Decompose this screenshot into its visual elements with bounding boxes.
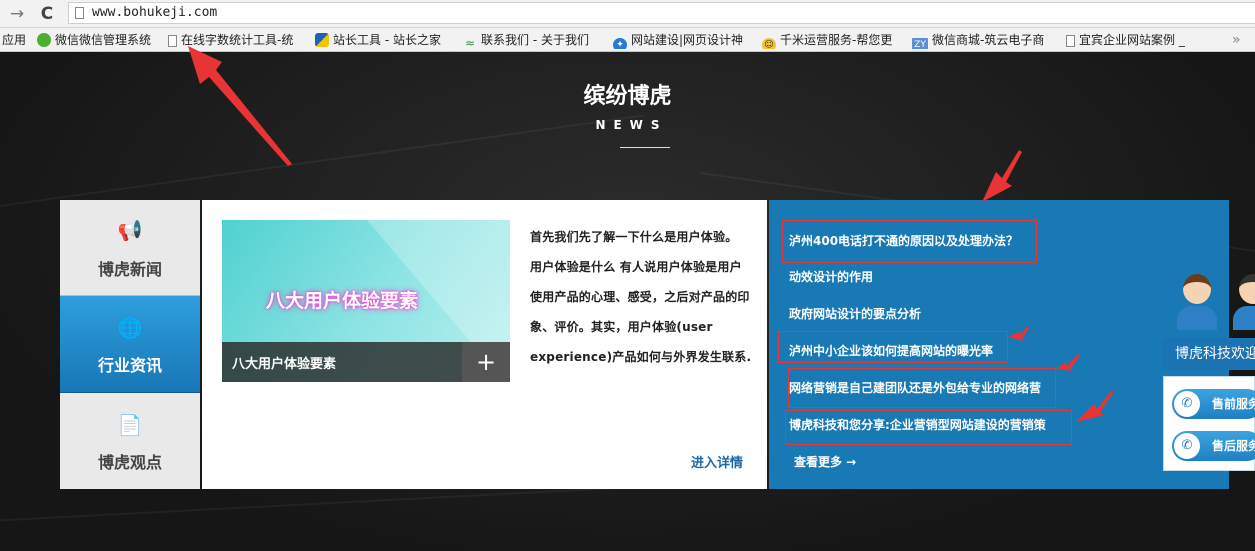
button-label: 售前服务 [1212, 397, 1255, 411]
excerpt-line: 首先我们先了解一下什么是用户体验。 [530, 230, 738, 244]
document-icon: 📄 [117, 413, 143, 437]
emoji-icon: ☺ [762, 38, 776, 49]
page-icon [75, 7, 84, 19]
bookmark-webdesign[interactable]: ✦ 网站建设|网页设计神 [613, 31, 751, 49]
annotation-box [785, 410, 1072, 445]
view-more-link[interactable]: 查看更多 → [794, 453, 856, 470]
article-caption[interactable]: 八大用户体验要素 [232, 353, 336, 372]
agent-avatar [1233, 270, 1255, 330]
section-subtitle: NEWS [595, 118, 668, 132]
page-icon [1066, 35, 1075, 47]
list-item[interactable]: 动效设计的作用 [789, 268, 873, 285]
customer-service-widget: 博虎科技欢迎 ✆ 售前服务 ✆ 售后服务 [1163, 270, 1255, 525]
bookmarks-overflow-icon[interactable]: » [1232, 31, 1252, 49]
chat-icon: ✆ [1174, 391, 1200, 417]
bookmark-label: 网站建设|网页设计神 [631, 33, 744, 47]
bookmark-mall[interactable]: ZY 微信商城-筑云电子商 [912, 31, 1054, 49]
bookmark-apps[interactable]: 应用 [2, 31, 32, 49]
address-bar[interactable]: www.bohukeji.com [68, 2, 1255, 24]
chinaz-icon [315, 33, 329, 47]
button-label: 售后服务 [1212, 439, 1255, 453]
tab-label: 行业资讯 [97, 356, 162, 375]
featured-article: 八大用户体验要素 八大用户体验要素 + 首先我们先了解一下什么是用户体验。 用户… [202, 200, 767, 489]
excerpt-line: experience)产品如何与外界发生联系... [530, 350, 752, 364]
wechat-icon [37, 33, 51, 47]
title-divider [620, 147, 670, 148]
bookmark-label: 站长工具 - 站长之家 [333, 33, 441, 47]
bookmark-contact[interactable]: ≈ 联系我们 - 关于我们 [463, 31, 599, 49]
bookmark-cases[interactable]: 宜宾企业网站案例 _ [1066, 31, 1216, 49]
service-buttons: ✆ 售前服务 ✆ 售后服务 [1163, 376, 1255, 471]
bookmark-label: 宜宾企业网站案例 _ [1079, 33, 1185, 47]
star-icon: ✦ [613, 38, 627, 49]
annotation-box [788, 368, 1056, 408]
news-list: 泸州400电话打不通的原因以及处理办法？ 动效设计的作用 政府网站设计的要点分析… [769, 200, 1229, 489]
tab-label: 博虎观点 [97, 453, 162, 472]
tab-bohu-news[interactable]: 📢 博虎新闻 [60, 200, 200, 296]
bookmarks-bar: 应用 微信微信管理系统 在线字数统计工具-统 站长工具 - 站长之家 ≈ 联系我们… [0, 28, 1255, 52]
zy-icon: ZY [912, 38, 928, 49]
tab-industry-news[interactable]: 🌐 行业资讯 [60, 296, 200, 393]
browser-toolbar: → C www.bohukeji.com [0, 0, 1255, 28]
agent-avatar [1177, 270, 1217, 330]
read-more-link[interactable]: 进入详情 [691, 452, 743, 471]
caption-bar: 八大用户体验要素 [222, 342, 462, 382]
thumbnail-text: 八大用户体验要素 [265, 290, 418, 312]
list-item[interactable]: 政府网站设计的要点分析 [789, 305, 921, 322]
page-icon [168, 35, 177, 47]
aftersales-button[interactable]: ✆ 售后服务 [1172, 431, 1255, 461]
megaphone-icon: 📢 [117, 218, 143, 242]
bookmark-chinaz[interactable]: 站长工具 - 站长之家 [315, 31, 453, 49]
annotation-box [778, 331, 1008, 363]
excerpt-line: 使用产品的心理、感受，之后对产品的印 [530, 290, 750, 304]
bookmark-wordcount[interactable]: 在线字数统计工具-统 [168, 31, 304, 49]
globe-icon: 🌐 [117, 316, 143, 340]
bookmark-wechat[interactable]: 微信微信管理系统 [37, 31, 159, 49]
excerpt-line: 用户体验是什么 有人说用户体验是用户 [530, 260, 742, 274]
bookmark-label: 千米运营服务-帮您更 [780, 33, 893, 47]
url-text[interactable]: www.bohukeji.com [92, 5, 217, 20]
bookmark-label: 在线字数统计工具-统 [181, 33, 294, 47]
arrow-left-icon[interactable]: → [6, 3, 28, 25]
plus-icon[interactable]: + [462, 342, 510, 382]
welcome-banner: 博虎科技欢迎 [1163, 338, 1255, 370]
bookmark-label: 应用 [2, 33, 27, 47]
bookmark-label: 微信微信管理系统 [55, 33, 152, 47]
bookmark-label: 微信商城-筑云电子商 [932, 33, 1045, 47]
excerpt-line: 象、评价。其实，用户体验(user [530, 320, 713, 334]
chat-icon: ✆ [1174, 433, 1200, 459]
reload-icon[interactable]: C [36, 3, 58, 25]
news-section: 缤纷博虎 NEWS 📢 博虎新闻 🌐 行业资讯 📄 博虎观点 八大用户体验要素 … [0, 52, 1255, 551]
tab-bohu-views[interactable]: 📄 博虎观点 [60, 393, 200, 489]
article-thumbnail[interactable]: 八大用户体验要素 八大用户体验要素 + [222, 220, 510, 382]
feather-icon: ≈ [464, 36, 476, 49]
bookmark-label: 联系我们 - 关于我们 [481, 33, 589, 47]
annotation-box [782, 220, 1037, 263]
article-excerpt: 首先我们先了解一下什么是用户体验。 用户体验是什么 有人说用户体验是用户 使用产… [530, 222, 752, 372]
bookmark-qianmi[interactable]: ☺ 千米运营服务-帮您更 [762, 31, 904, 49]
presales-button[interactable]: ✆ 售前服务 [1172, 389, 1255, 419]
section-title: 缤纷博虎 [583, 84, 672, 109]
tab-label: 博虎新闻 [97, 260, 162, 279]
category-tabs: 📢 博虎新闻 🌐 行业资讯 📄 博虎观点 [60, 200, 200, 489]
